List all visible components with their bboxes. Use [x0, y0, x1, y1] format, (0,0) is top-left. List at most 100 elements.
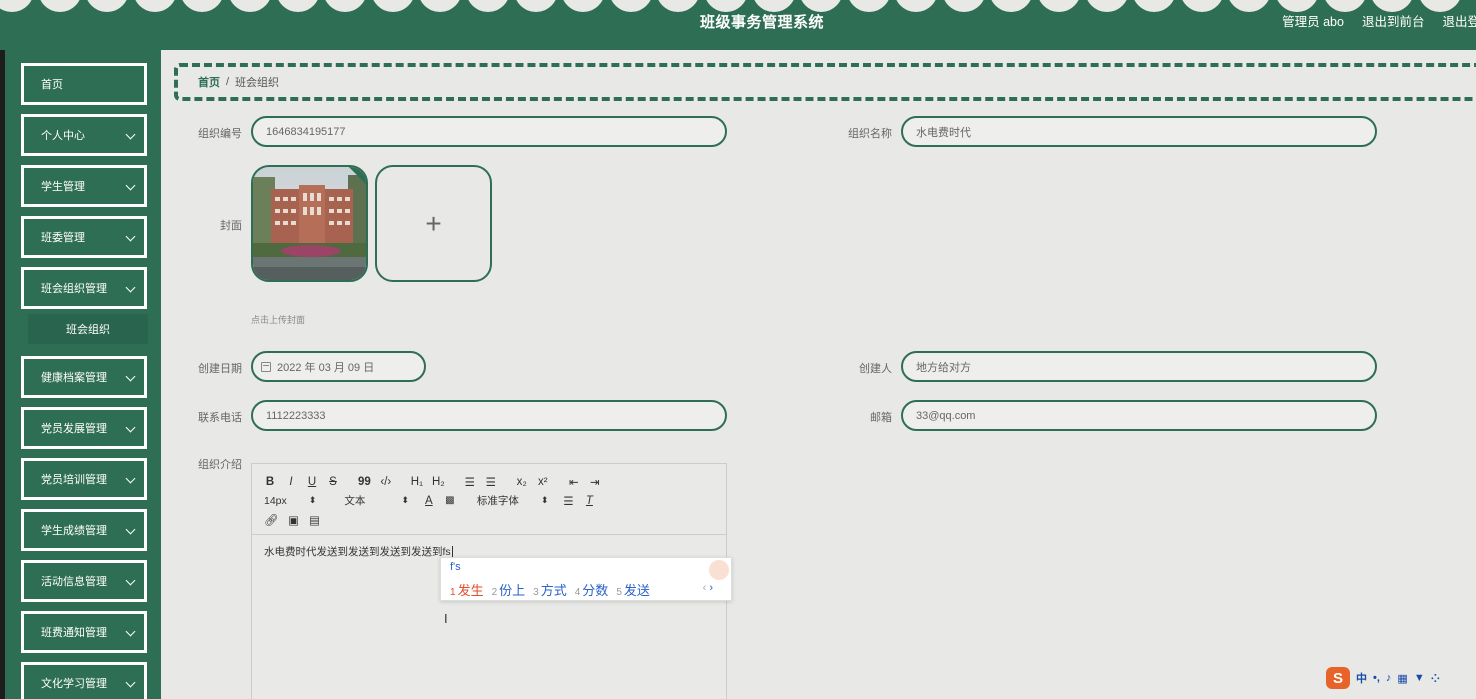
chevron-down-icon [125, 371, 136, 382]
org-id-field[interactable]: 1646834195177 [251, 116, 727, 147]
bold-icon[interactable]: B [264, 476, 276, 488]
scallop-shape [894, 0, 939, 12]
align-icon[interactable]: ☰ [562, 494, 574, 508]
indent-icon[interactable]: ⇥ [589, 475, 601, 489]
video-icon[interactable]: ▤ [309, 513, 321, 527]
create-date-picker[interactable]: 2022 年 03 月 09 日 [251, 351, 426, 382]
sidebar-item[interactable]: 文化学习管理 [19, 660, 149, 699]
subscript-icon[interactable]: x₂ [516, 476, 528, 488]
scallop-shape [275, 0, 320, 12]
add-cover-button[interactable]: + [375, 165, 492, 282]
scallop-shape [132, 0, 177, 12]
h1-icon[interactable]: H₁ [411, 476, 423, 488]
email-field[interactable]: 33@qq.com [901, 400, 1377, 431]
ime-candidate[interactable]: 3 方式 [533, 580, 567, 599]
email-label: 邮箱 [870, 412, 892, 424]
org-id-value: 1646834195177 [266, 125, 346, 138]
punctuation-icon[interactable]: •, [1373, 672, 1380, 684]
creator-field[interactable]: 地方给对方 [901, 351, 1377, 382]
creator-label: 创建人 [859, 363, 892, 375]
ime-candidate-number: 5 [616, 587, 622, 598]
scallop-shape [1132, 0, 1177, 12]
scallop-shape [418, 0, 463, 12]
sidebar-item[interactable]: 班费通知管理 [19, 609, 149, 655]
chevron-down-icon [125, 473, 136, 484]
skin-icon[interactable]: ▼ [1414, 672, 1425, 684]
chevron-down-icon [125, 575, 136, 586]
h2-icon[interactable]: H₂ [432, 476, 445, 488]
ime-candidate[interactable]: 5 发送 [616, 580, 650, 599]
font-color-icon[interactable]: A [423, 495, 435, 507]
scallop-shape [656, 0, 701, 12]
superscript-icon[interactable]: x² [537, 476, 549, 488]
underline-icon[interactable]: U [306, 476, 318, 488]
editor-toolbar: B I U S 99 ‹/› H₁ H₂ ☰ ☰ x₂ x² ⇤ ⇥ 14px ⬍ 文本 ⬍ A ▩ 标准字体… [252, 464, 726, 535]
keyboard-icon[interactable]: ▦ [1397, 672, 1407, 685]
chevron-down-icon [125, 524, 136, 535]
code-icon[interactable]: ‹/› [380, 476, 392, 488]
sidebar-item-label: 党员培训管理 [41, 474, 107, 486]
sidebar-item[interactable]: 活动信息管理 [19, 558, 149, 604]
ordered-list-icon[interactable]: ☰ [464, 475, 476, 489]
sidebar-item[interactable]: 班会组织管理 [19, 265, 149, 311]
bullet-list-icon[interactable]: ☰ [485, 475, 497, 489]
sogou-logo-icon[interactable]: S [1326, 667, 1350, 689]
scallop-shape [561, 0, 606, 12]
sidebar-item-label: 个人中心 [41, 130, 85, 142]
sidebar-item[interactable]: 个人中心 [19, 112, 149, 158]
sidebar-item[interactable]: 健康档案管理 [19, 354, 149, 400]
sidebar-item-label: 活动信息管理 [41, 576, 107, 588]
microphone-icon[interactable]: ♪ [1386, 672, 1392, 684]
chevron-down-icon [125, 422, 136, 433]
image-icon[interactable]: ▣ [288, 513, 300, 527]
sidebar-item[interactable]: 学生管理 [19, 163, 149, 209]
sidebar-item-label: 班委管理 [41, 232, 85, 244]
cover-image-thumbnail[interactable]: ✓ [251, 165, 368, 282]
font-family-select[interactable]: 标准字体 ⬍ [477, 493, 549, 508]
scallop-shape [323, 0, 368, 12]
scallop-shape [1179, 0, 1224, 12]
scallop-shape [0, 0, 34, 12]
ime-language-toggle[interactable]: 中 [1356, 670, 1367, 686]
quote-icon[interactable]: 99 [358, 476, 371, 488]
ime-candidate[interactable]: 1 发生 [450, 580, 484, 599]
sidebar-subitem-meeting-org[interactable]: 班会组织 [28, 314, 148, 344]
logout-link[interactable]: 退出登 [1442, 11, 1476, 30]
sidebar-item[interactable]: 党员发展管理 [19, 405, 149, 451]
font-size-select[interactable]: 14px ⬍ [264, 495, 316, 507]
org-name-field[interactable]: 水电费时代 [901, 116, 1377, 147]
italic-icon[interactable]: I [285, 476, 297, 488]
ime-candidate-text: 发生 [457, 583, 484, 598]
background-color-icon[interactable]: ▩ [444, 495, 456, 506]
scallop-shape [989, 0, 1034, 12]
phone-value: 1112223333 [266, 409, 326, 422]
toolbox-icon[interactable]: ⁘ [1431, 672, 1440, 685]
scallop-shape [227, 0, 272, 12]
sidebar-item[interactable]: 党员培训管理 [19, 456, 149, 502]
ime-candidate-text: 份上 [499, 583, 526, 598]
sidebar-item[interactable]: 学生成绩管理 [19, 507, 149, 553]
scallop-shape [180, 0, 225, 12]
outdent-icon[interactable]: ⇤ [568, 475, 580, 489]
email-value: 33@qq.com [916, 409, 976, 422]
ime-candidate-text: 分数 [582, 583, 609, 598]
clear-format-icon[interactable]: T [583, 495, 595, 507]
top-header: 班级事务管理系统 管理员 abo 退出到前台 退出登 [0, 0, 1476, 50]
breadcrumb-home[interactable]: 首页 [198, 74, 220, 90]
sidebar-item[interactable]: 首页 [19, 61, 149, 107]
ime-candidate[interactable]: 4 分数 [575, 580, 609, 599]
ime-page-nav[interactable]: ‹ › [703, 582, 713, 594]
strike-icon[interactable]: S [327, 476, 339, 488]
text-style-select[interactable]: 文本 ⬍ [344, 493, 409, 508]
sidebar-item-label: 班会组织管理 [41, 283, 107, 295]
ime-candidates: 1 发生 2 份上 3 方式 4 分数 5 发送 [450, 580, 650, 599]
sidebar-item[interactable]: 班委管理 [19, 214, 149, 260]
upload-hint-text: 点击上传封面 [251, 315, 306, 325]
phone-label: 联系电话 [198, 412, 242, 424]
link-icon[interactable]: 🔗︎ [264, 513, 279, 527]
exit-to-front-link[interactable]: 退出到前台 [1362, 11, 1425, 30]
campus-building-image [253, 167, 366, 280]
cover-label: 封面 [220, 220, 242, 232]
ime-candidate[interactable]: 2 份上 [492, 580, 526, 599]
phone-field[interactable]: 1112223333 [251, 400, 727, 431]
